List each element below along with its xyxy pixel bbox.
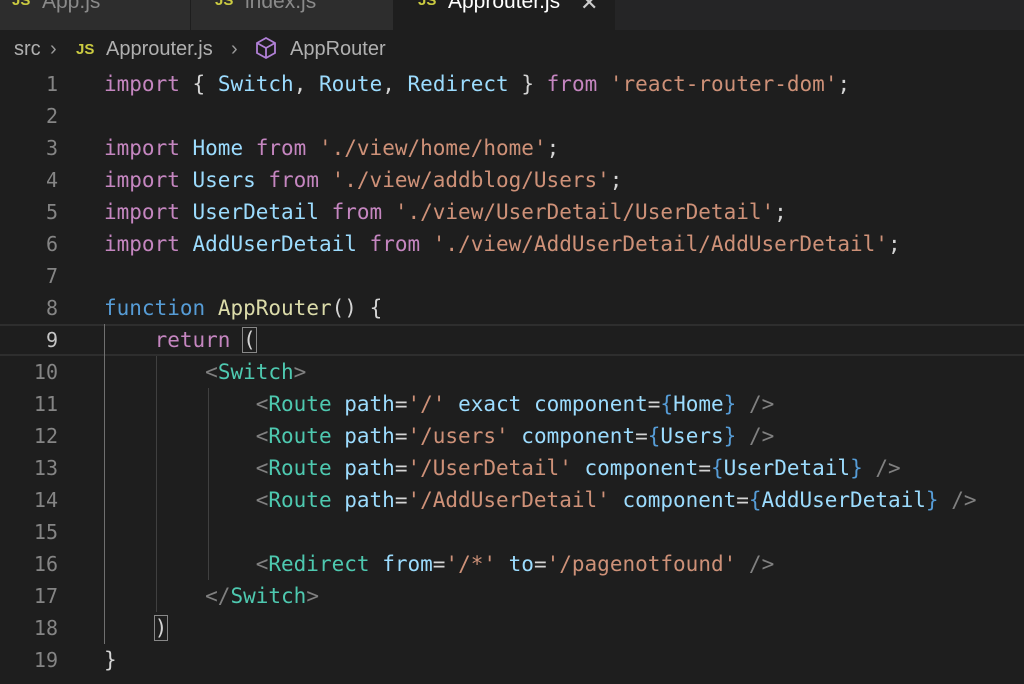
code-text[interactable]: import Users from './view/addblog/Users'…: [104, 164, 622, 196]
indent-guide: [104, 324, 105, 644]
line-number: 1: [45, 72, 58, 96]
code-line[interactable]: 13 <Route path='/UserDetail' component={…: [0, 452, 1024, 484]
chevron-right-icon: ›: [50, 38, 57, 60]
code-line[interactable]: 18 ): [0, 612, 1024, 644]
line-number: 19: [33, 648, 58, 672]
line-number: 17: [33, 584, 58, 608]
line-number: 11: [33, 392, 58, 416]
breadcrumb: src › JS Approuter.js › AppRouter: [0, 30, 1024, 68]
code-text[interactable]: function AppRouter() {: [104, 292, 382, 324]
indent-guide: [208, 388, 209, 580]
code-text[interactable]: import UserDetail from './view/UserDetai…: [104, 196, 787, 228]
code-line[interactable]: 16 <Redirect from='/*' to='/pagenotfound…: [0, 548, 1024, 580]
line-number: 16: [33, 552, 58, 576]
js-file-icon: JS: [418, 0, 437, 9]
code-text[interactable]: return (: [104, 326, 257, 354]
code-text[interactable]: }: [104, 644, 117, 676]
code-line[interactable]: 11 <Route path='/' exact component={Home…: [0, 388, 1024, 420]
code-line[interactable]: 3 import Home from './view/home/home';: [0, 132, 1024, 164]
js-file-icon: JS: [12, 0, 31, 9]
code-line[interactable]: 10 <Switch>: [0, 356, 1024, 388]
line-number: 9: [45, 328, 58, 352]
code-text[interactable]: ): [104, 612, 169, 644]
code-text[interactable]: import AddUserDetail from './view/AddUse…: [104, 228, 901, 260]
code-text[interactable]: <Route path='/users' component={Users} /…: [104, 420, 775, 452]
breadcrumb-folder[interactable]: src: [14, 38, 41, 61]
line-number: 2: [45, 104, 58, 128]
line-number: 13: [33, 456, 58, 480]
breadcrumb-file[interactable]: Approuter.js: [106, 38, 213, 61]
editor-tab-bar: JS App.js JS index.js JS Approuter.js ✕: [0, 0, 1024, 30]
current-code-line[interactable]: 9 return (: [0, 324, 1024, 356]
tab-approuter-js[interactable]: JS Approuter.js ✕: [394, 0, 615, 30]
line-number: 3: [45, 136, 58, 160]
code-line[interactable]: 15: [0, 516, 1024, 548]
code-text[interactable]: <Route path='/AddUserDetail' component={…: [104, 484, 977, 516]
code-line[interactable]: 17 </Switch>: [0, 580, 1024, 612]
close-icon[interactable]: ✕: [580, 0, 598, 16]
js-file-icon: JS: [76, 41, 95, 58]
line-number: 8: [45, 296, 58, 320]
code-line[interactable]: 2: [0, 100, 1024, 132]
tab-label: index.js: [245, 0, 317, 13]
js-file-icon: JS: [215, 0, 234, 9]
code-text[interactable]: import Home from './view/home/home';: [104, 132, 559, 164]
code-line[interactable]: 12 <Route path='/users' component={Users…: [0, 420, 1024, 452]
line-number: 6: [45, 232, 58, 256]
chevron-right-icon: ›: [231, 38, 238, 60]
indent-guide: [156, 356, 157, 612]
code-text[interactable]: <Route path='/UserDetail' component={Use…: [104, 452, 901, 484]
tab-index-js[interactable]: JS index.js: [191, 0, 394, 30]
code-line[interactable]: 7: [0, 260, 1024, 292]
line-number: 7: [45, 264, 58, 288]
line-number: 12: [33, 424, 58, 448]
code-line[interactable]: 19}: [0, 644, 1024, 676]
cube-icon: [255, 36, 277, 66]
line-number: 5: [45, 200, 58, 224]
code-line[interactable]: 4 import Users from './view/addblog/Users…: [0, 164, 1024, 196]
tab-app-js[interactable]: JS App.js: [0, 0, 191, 30]
line-number: 18: [33, 616, 58, 640]
tab-label: Approuter.js: [448, 0, 561, 13]
code-text[interactable]: <Switch>: [104, 356, 306, 388]
code-line[interactable]: 8 function AppRouter() {: [0, 292, 1024, 324]
code-text[interactable]: <Redirect from='/*' to='/pagenotfound' /…: [104, 548, 775, 580]
code-line[interactable]: 5 import UserDetail from './view/UserDeta…: [0, 196, 1024, 228]
code-line[interactable]: 14 <Route path='/AddUserDetail' componen…: [0, 484, 1024, 516]
line-number: 14: [33, 488, 58, 512]
line-number: 4: [45, 168, 58, 192]
line-number: 15: [33, 520, 58, 544]
breadcrumb-symbol[interactable]: AppRouter: [290, 38, 386, 61]
code-text[interactable]: </Switch>: [104, 580, 319, 612]
code-text[interactable]: <Route path='/' exact component={Home} /…: [104, 388, 775, 420]
code-line[interactable]: 6 import AddUserDetail from './view/AddUs…: [0, 228, 1024, 260]
line-number: 10: [33, 360, 58, 384]
tab-label: App.js: [42, 0, 101, 13]
code-line[interactable]: 1 import { Switch, Route, Redirect } from…: [0, 68, 1024, 100]
code-editor[interactable]: 1 import { Switch, Route, Redirect } from…: [0, 68, 1024, 684]
code-text[interactable]: import { Switch, Route, Redirect } from …: [104, 68, 850, 100]
